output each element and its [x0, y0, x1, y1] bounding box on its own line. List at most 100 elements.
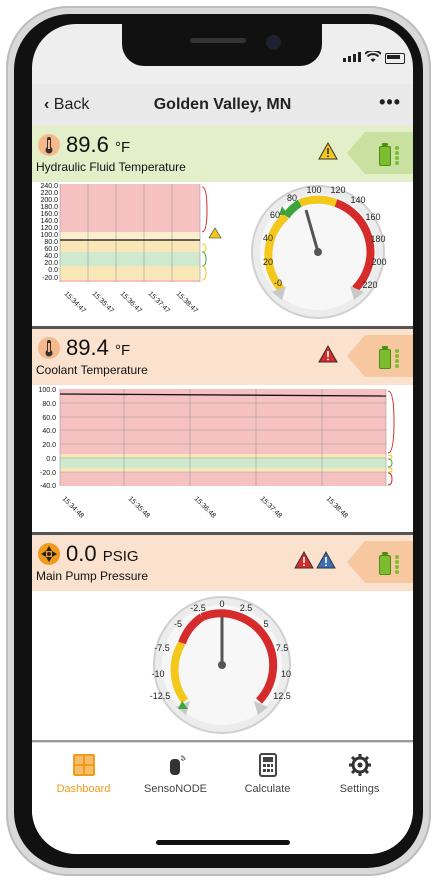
gauge-label: 10 [281, 669, 291, 679]
alarm-icon [294, 550, 314, 574]
sensor-reading: 0.0 PSIG [66, 541, 139, 566]
signal-dots-icon [395, 349, 401, 369]
y-tick: -20.0 [40, 470, 56, 477]
x-tick: 15:38:47 [175, 290, 199, 314]
tab-label: Dashboard [56, 783, 111, 795]
history-chart: 100.0 80.0 60.0 40.0 20.0 0.0 -20.0 -40.… [38, 387, 395, 520]
gauge-label: -7.5 [154, 643, 170, 653]
battery-level-icon [379, 143, 391, 166]
app-screen: ‹ Back Golden Valley, MN ••• 89.6 °F Hyd… [32, 24, 413, 854]
battery-status [347, 335, 413, 377]
battery-level-icon [379, 346, 391, 369]
battery-level-icon [379, 552, 391, 575]
x-tick: 15:37:48 [259, 495, 283, 519]
card-header: 89.4 °F Coolant Temperature [32, 329, 413, 385]
y-tick: 20.0 [44, 260, 58, 267]
y-tick: 200.0 [40, 197, 58, 204]
gauge-label: 60 [270, 210, 280, 220]
gauge-label: 7.5 [276, 643, 289, 653]
x-tick: 15:35:47 [91, 290, 115, 314]
pressure-gauge: -12.5 -10 -7.5 -5 -2.5 0 2.5 5 7.5 10 12… [150, 596, 291, 734]
wifi-icon [364, 49, 382, 66]
y-tick: 40.0 [42, 428, 56, 435]
y-tick: 0.0 [46, 456, 56, 463]
tab-label: SensoNODE [144, 783, 207, 795]
y-tick: 80.0 [44, 239, 58, 246]
history-chart: 240.0 220.0 200.0 180.0 160.0 140.0 120.… [40, 183, 222, 315]
tab-calculate[interactable]: Calculate [220, 753, 315, 795]
x-tick: 15:37:47 [147, 290, 171, 314]
y-tick: 100.0 [38, 387, 56, 394]
sensor-icon [164, 753, 188, 777]
y-tick: 0.0 [48, 267, 58, 274]
gauge-label: 2.5 [240, 603, 253, 613]
gauge-label: 5 [263, 619, 268, 629]
sensor-name: Coolant Temperature [36, 363, 148, 377]
front-camera [266, 35, 281, 50]
tab-dashboard[interactable]: Dashboard [36, 753, 131, 795]
page-title: Golden Valley, MN [153, 96, 292, 113]
x-tick: 15:34:47 [63, 290, 87, 314]
tab-label: Calculate [244, 783, 291, 795]
gauge-label: 200 [371, 257, 386, 267]
dashboard-icon [72, 753, 96, 777]
gauge-label: -12.5 [150, 691, 171, 701]
thermometer-icon [38, 134, 60, 156]
x-tick: 15:34:48 [61, 495, 85, 519]
sensor-reading: 89.6 °F [66, 132, 131, 157]
x-tick: 15:35:48 [127, 495, 151, 519]
gauge-label: 100 [306, 185, 321, 195]
signal-dots-icon [395, 146, 401, 166]
y-tick: -20.0 [42, 275, 58, 282]
sensor-reading: 89.4 °F [66, 335, 131, 360]
sensor-card-coolant[interactable]: 89.4 °F Coolant Temperature 100.0 80.0 6… [32, 329, 413, 532]
y-tick: -40.0 [40, 483, 56, 490]
temperature-gauge: -0 20 40 60 80 100 120 140 160 180 200 2… [251, 185, 387, 319]
x-tick: 15:36:48 [193, 495, 217, 519]
gauge-label: -10 [151, 669, 164, 679]
battery-status [347, 132, 413, 174]
card-header: 89.6 °F Hydraulic Fluid Temperature [32, 126, 413, 182]
gauge-label: 180 [370, 234, 385, 244]
y-tick: 80.0 [42, 401, 56, 408]
battery-status [347, 541, 413, 583]
gauge-label: 80 [287, 193, 297, 203]
info-alert-icon [316, 550, 336, 574]
gauge-label: -0 [274, 278, 282, 288]
gauge-label: 120 [330, 185, 345, 195]
pump-icon [38, 543, 60, 565]
y-tick: 20.0 [42, 442, 56, 449]
home-indicator[interactable] [156, 840, 290, 845]
y-tick: 140.0 [40, 218, 58, 225]
battery-icon [385, 53, 405, 64]
more-button[interactable]: ••• [379, 92, 401, 113]
gauge-label: 220 [362, 280, 377, 290]
y-tick: 180.0 [40, 204, 58, 211]
gauge-label: 20 [263, 257, 273, 267]
gauge-label: 140 [350, 195, 365, 205]
sensor-name: Main Pump Pressure [36, 569, 149, 583]
sensor-card-pump-pressure[interactable]: 0.0 PSIG Main Pump Pressure -12.5 -10 -7… [32, 535, 413, 740]
x-tick: 15:36:47 [119, 290, 143, 314]
card-header: 0.0 PSIG Main Pump Pressure [32, 535, 413, 591]
x-tick: 15:38:48 [325, 495, 349, 519]
tab-label: Settings [339, 783, 380, 795]
gauge-label: -2.5 [190, 603, 206, 613]
y-tick: 40.0 [44, 253, 58, 260]
tab-sensonode[interactable]: SensoNODE [128, 753, 223, 795]
gauge-label: 160 [365, 212, 380, 222]
notch [122, 24, 322, 66]
y-tick: 220.0 [40, 190, 58, 197]
speaker [190, 38, 246, 43]
gauge-label: 12.5 [273, 691, 291, 701]
sensor-card-hydraulic[interactable]: 89.6 °F Hydraulic Fluid Temperature 240.… [32, 126, 413, 326]
y-tick: 60.0 [42, 415, 56, 422]
tab-settings[interactable]: Settings [312, 753, 407, 795]
nav-bar: ‹ Back Golden Valley, MN ••• [32, 84, 413, 126]
warning-icon [318, 141, 338, 165]
gauge-label: 40 [263, 233, 273, 243]
alarm-icon [318, 344, 338, 368]
tab-bar: Dashboard SensoNODE Calculate Settings [32, 742, 413, 854]
gauge-label: 0 [219, 599, 224, 609]
y-tick: 160.0 [40, 211, 58, 218]
